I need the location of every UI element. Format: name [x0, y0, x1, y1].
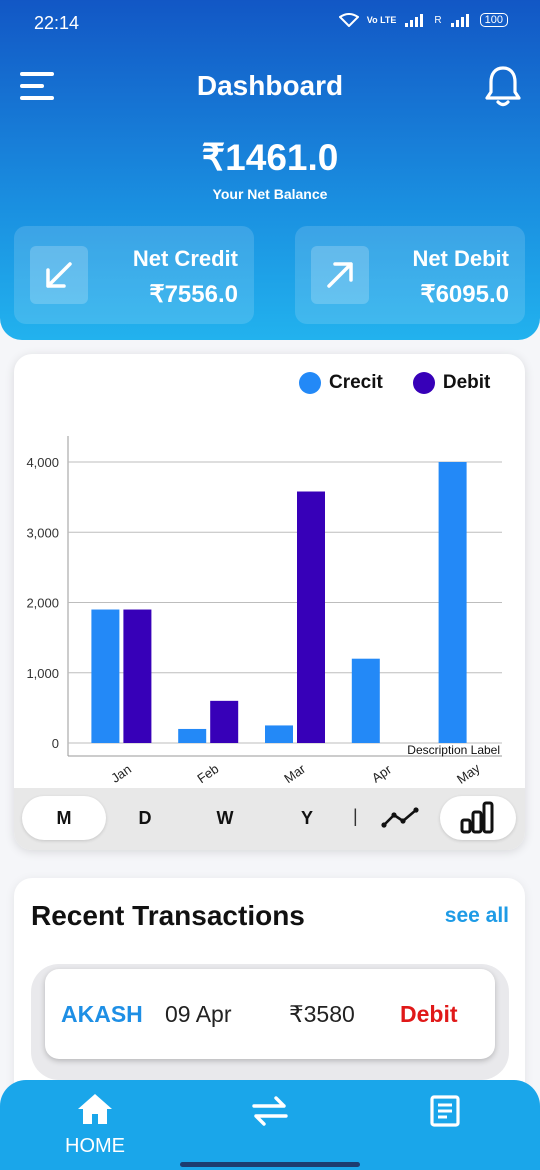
bar-chart-icon[interactable] — [440, 796, 516, 840]
transaction-date: 09 Apr — [165, 1001, 232, 1027]
transaction-name: AKASH — [61, 1001, 143, 1027]
range-option-y[interactable]: Y — [276, 796, 338, 840]
y-tick-label: 0 — [52, 736, 59, 751]
roaming-label: R — [434, 14, 442, 26]
network-label: Vo LTE — [366, 15, 397, 25]
recent-transactions-card: Recent Transactions see all AKASH 09 Apr… — [14, 878, 525, 1108]
bar-chart: 0 1,000 2,000 3,000 4,000 Jan Feb Mar Apr May Desc… — [26, 436, 502, 787]
x-tick-label: Jan — [108, 761, 134, 785]
nav-transfer[interactable] — [225, 1094, 315, 1133]
recent-transactions-title: Recent Transactions — [31, 900, 305, 931]
nav-home[interactable]: HOME — [50, 1092, 140, 1158]
toggle-separator: | — [353, 806, 358, 826]
signal-icon — [405, 14, 424, 27]
transfer-arrows-icon — [252, 1096, 288, 1126]
net-credit-value: ₹7556.0 — [149, 281, 238, 308]
document-icon — [430, 1095, 460, 1127]
battery-icon: 100 — [479, 13, 508, 27]
net-debit-label: Net Debit — [412, 246, 509, 271]
y-tick-label: 4,000 — [26, 455, 59, 470]
net-balance-label: Your Net Balance — [212, 186, 328, 202]
legend-dot-credit — [299, 372, 321, 394]
home-icon — [78, 1094, 112, 1124]
bar-debit-feb — [210, 700, 239, 743]
nav-reports[interactable] — [400, 1094, 490, 1133]
legend-dot-debit — [412, 372, 435, 394]
transaction-type: Debit — [400, 1001, 458, 1027]
x-tick-label: Feb — [194, 761, 221, 786]
bar-crecit-may — [438, 462, 467, 743]
transaction-amount: ₹3580 — [289, 1001, 355, 1027]
range-option-d[interactable]: D — [114, 796, 176, 840]
status-time: 22:14 — [34, 13, 80, 33]
bar-debit-mar — [297, 491, 325, 743]
legend-item-debit: Debit — [412, 372, 491, 394]
y-tick-label: 1,000 — [26, 666, 59, 681]
chart-description-label: Description Label — [407, 743, 500, 757]
bar-debit-jan — [123, 609, 152, 743]
bar-crecit-feb — [178, 728, 207, 743]
wifi-icon — [338, 13, 359, 27]
bottom-nav: HOME — [0, 1080, 540, 1170]
range-option-w[interactable]: W — [194, 796, 256, 840]
x-tick-label: Apr — [369, 761, 395, 785]
signal-icon-2 — [450, 14, 469, 27]
x-tick-label: Mar — [281, 761, 308, 787]
net-debit-card[interactable]: Net Debit ₹6095.0 — [295, 226, 525, 324]
status-icons: Vo LTE R 100 — [338, 13, 508, 27]
page-title: Dashboard — [196, 70, 344, 101]
status-bar: 22:14 Vo LTE R 100 — [0, 0, 540, 48]
arrow-down-left-icon — [30, 246, 88, 304]
range-toggle-bar: M D W Y | — [14, 788, 525, 850]
bar-crecit-jan — [91, 609, 120, 743]
y-tick-label: 2,000 — [26, 596, 59, 611]
nav-home-label: HOME — [65, 1135, 125, 1157]
chart-legend: Crecit Debit — [299, 372, 520, 394]
net-balance-value: ₹1461.0 — [201, 137, 339, 178]
transaction-row[interactable]: AKASH 09 Apr ₹3580 Debit — [45, 969, 495, 1059]
header: 22:14 Vo LTE R 100 Dashboard ₹1461.0 You… — [0, 0, 540, 340]
bar-crecit-apr — [351, 658, 380, 743]
bar-crecit-mar — [265, 725, 293, 743]
range-option-m[interactable]: M — [22, 796, 106, 840]
y-tick-label: 3,000 — [26, 525, 59, 540]
legend-label-credit: Crecit — [329, 372, 383, 393]
line-chart-icon[interactable] — [374, 796, 428, 840]
bell-icon[interactable] — [484, 64, 522, 108]
legend-item-credit: Crecit — [299, 372, 383, 394]
transaction-list: AKASH 09 Apr ₹3580 Debit — [31, 964, 509, 1080]
legend-label-debit: Debit — [442, 372, 491, 393]
x-tick-label: May — [454, 760, 483, 787]
net-credit-label: Net Credit — [132, 246, 238, 271]
net-debit-value: ₹6095.0 — [420, 281, 509, 308]
see-all-link[interactable]: see all — [445, 904, 509, 928]
home-indicator — [180, 1162, 360, 1167]
net-credit-card[interactable]: Net Credit ₹7556.0 — [14, 226, 254, 324]
arrow-up-right-icon — [311, 246, 369, 304]
chart-card: 0 1,000 2,000 3,000 4,000 Jan Feb Mar Apr May Desc… — [14, 354, 525, 850]
